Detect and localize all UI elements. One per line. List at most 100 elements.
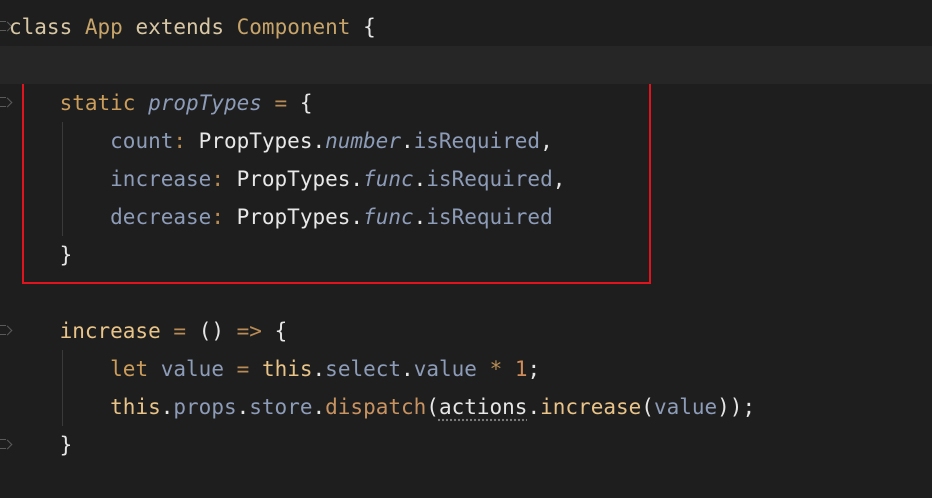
code-token: = [274,91,288,115]
code-token: App [84,15,123,39]
code-line[interactable] [0,274,932,312]
code-line[interactable] [0,46,932,84]
code-line[interactable]: increase: PropTypes.func.isRequired, [0,160,932,198]
code-token: decrease [110,205,212,229]
code-token: extends [135,15,224,39]
code-token: dispatch [325,395,427,419]
code-line[interactable]: } [0,236,932,274]
code-token: PropTypes. [223,205,364,229]
code-line[interactable]: increase = () => { [0,312,932,350]
code-token: . [236,395,250,419]
code-token: , [540,129,553,153]
code-line[interactable]: } [0,426,932,464]
code-token: { [287,91,313,115]
code-token: value [413,357,477,381]
code-line[interactable]: decrease: PropTypes.func.isRequired [0,198,932,236]
code-line-content: increase: PropTypes.func.isRequired, [9,160,565,198]
code-token: PropTypes. [186,129,326,153]
code-token: : [211,167,224,191]
code-line-content: decrease: PropTypes.func.isRequired [9,198,553,236]
code-token: ( [641,395,654,419]
code-token: . [312,395,326,419]
code-token: ; [527,357,541,381]
code-token: => [236,319,262,343]
code-token: count [110,129,174,153]
code-token: . [413,205,427,229]
code-token: store [249,395,313,419]
code-token: propTypes [148,91,262,115]
code-token: : [211,205,224,229]
code-line-content: } [9,236,73,274]
fold-icon[interactable] [0,439,6,449]
code-token: select [325,357,402,381]
code-line[interactable]: count: PropTypes.number.isRequired, [0,122,932,160]
code-token: . [401,357,414,381]
code-token: * [489,357,503,381]
code-token: value [160,357,224,381]
indent-guide [62,350,63,426]
code-line-content: increase = () => { [9,312,288,350]
fold-icon[interactable] [0,21,6,31]
code-token: props [173,395,237,419]
code-token: () [186,319,237,343]
code-token: func [363,167,414,191]
code-token: value [653,395,718,419]
indent-guide [62,122,63,236]
code-line[interactable]: static propTypes = { [0,84,932,122]
code-token: number [325,129,401,153]
code-token: increase [540,395,642,419]
code-token: actions [438,395,528,419]
code-token: increase [110,167,212,191]
code-token: { [261,319,288,343]
code-token: { [350,15,376,39]
code-token: : [173,129,187,153]
code-token: } [59,243,73,267]
code-token: this [261,357,313,381]
code-token: = [236,357,250,381]
code-line-content: class App extends Component { [9,8,376,46]
code-line-content: } [9,426,73,464]
fold-icon[interactable] [0,97,6,107]
code-token: 1 [514,357,528,381]
code-token: increase [59,319,161,343]
code-token: this [110,395,161,419]
code-token: , [552,167,566,191]
code-token: func [363,205,414,229]
code-line[interactable]: class App extends Component { [0,8,932,46]
code-token: . [312,357,326,381]
code-line[interactable]: let value = this.select.value * 1; [0,350,932,388]
code-token: . [527,395,541,419]
fold-icon[interactable] [0,325,6,335]
code-line[interactable]: this.props.store.dispatch(actions.increa… [0,388,932,426]
code-token: let [110,357,149,381]
code-token: PropTypes. [223,167,364,191]
code-token: static [59,91,136,115]
code-token: . [400,129,414,153]
code-token: Component [236,15,351,39]
code-token: isRequired [426,167,553,191]
code-token: )); [717,395,756,419]
code-token: class [9,15,73,39]
code-token: = [173,319,187,343]
code-line-content: let value = this.select.value * 1; [9,350,540,388]
code-editor[interactable]: class App extends Component { static pro… [0,0,932,498]
code-token: . [160,395,174,419]
